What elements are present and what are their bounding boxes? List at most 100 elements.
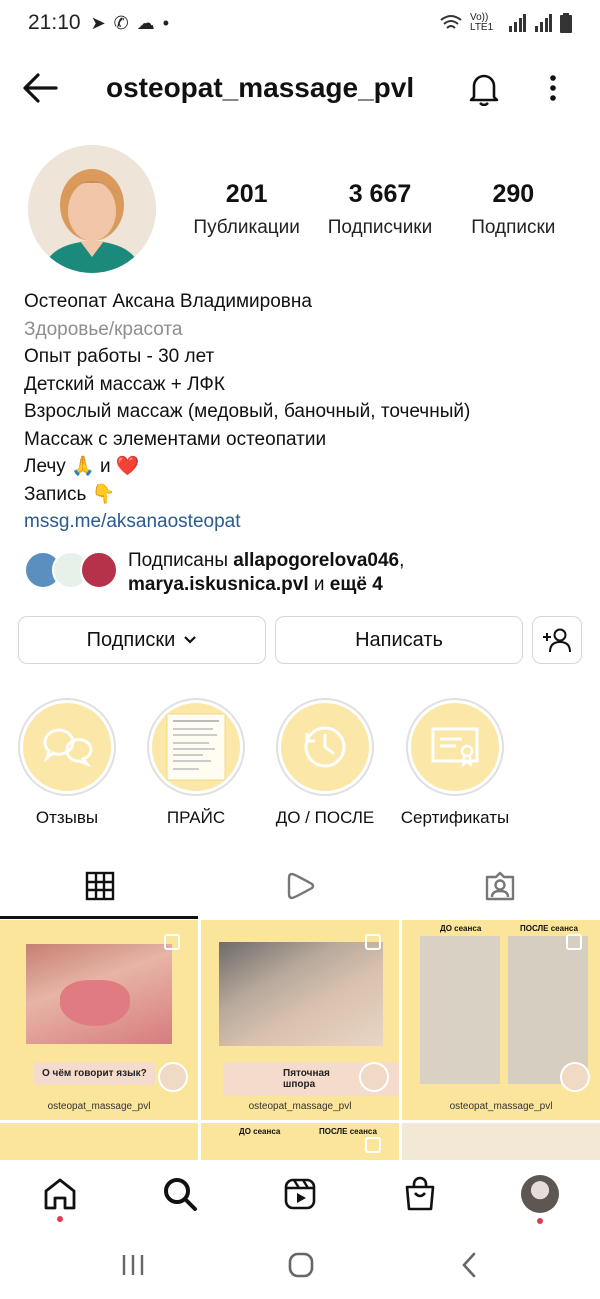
stat-following[interactable]: 290 Подписки	[447, 180, 580, 239]
bio-line: Запись 👇	[24, 483, 116, 505]
post-tile[interactable]: Пяточная шпора osteopat_massage_pvl	[201, 920, 399, 1120]
highlight-label: Отзывы	[35, 808, 99, 827]
nav-profile[interactable]	[520, 1174, 560, 1214]
price-list-icon	[166, 713, 226, 781]
highlight-certificates[interactable]: Сертификаты	[398, 698, 512, 828]
highlight-cover	[152, 703, 240, 791]
post-tile[interactable]: О чём говорит язык? osteopat_massage_pvl	[0, 920, 198, 1120]
shopping-bag-icon	[405, 1176, 435, 1211]
highlight-ring	[147, 698, 245, 796]
highlight-reviews[interactable]: Отзывы	[12, 698, 122, 828]
tagged-user-icon	[485, 871, 515, 901]
following-button[interactable]: Подписки	[18, 616, 266, 664]
post-after-label: ПОСЛЕ сеанса	[520, 924, 578, 933]
tab-active-indicator	[0, 916, 198, 919]
multi-post-icon	[164, 934, 180, 950]
stat-posts[interactable]: 201 Публикации	[180, 180, 313, 239]
avatar-photo	[28, 145, 156, 273]
followed-by-and: и	[313, 574, 325, 595]
bottom-navigation	[0, 1160, 600, 1232]
following-button-label: Подписки	[86, 628, 176, 651]
notification-dot	[537, 1218, 543, 1224]
wifi-icon	[440, 15, 462, 29]
highlight-ring	[276, 698, 374, 796]
nav-home[interactable]	[40, 1174, 80, 1214]
profile-avatar[interactable]	[28, 145, 156, 273]
followed-by-more[interactable]: ещё 4	[330, 574, 383, 595]
posts-grid: О чём говорит язык? osteopat_massage_pvl…	[0, 920, 600, 1160]
followed-by-user[interactable]: marya.iskusnica.pvl	[128, 574, 309, 595]
recent-apps-icon[interactable]	[118, 1250, 148, 1280]
cloud-icon: ☁	[136, 12, 155, 33]
highlight-label: ДО / ПОСЛЕ	[275, 808, 375, 827]
post-image	[219, 942, 383, 1046]
certificate-icon	[431, 727, 479, 768]
back-icon[interactable]	[455, 1250, 485, 1280]
multi-post-icon	[566, 934, 582, 950]
reels-icon	[284, 1178, 316, 1210]
clock-icon	[304, 726, 346, 768]
post-caption: osteopat_massage_pvl	[449, 1101, 553, 1112]
stat-posts-label: Публикации	[193, 217, 300, 238]
followed-by[interactable]: Подписаны allapogorelova046, marya.iskus…	[24, 549, 584, 595]
profile-username: osteopat_massage_pvl	[106, 72, 415, 103]
chevron-down-icon	[184, 636, 197, 644]
chat-bubbles-icon	[43, 728, 93, 768]
tab-grid[interactable]	[0, 854, 200, 918]
grid-icon	[85, 871, 115, 901]
multi-post-icon	[365, 934, 381, 950]
stat-followers-label: Подписчики	[327, 217, 433, 238]
more-options-icon[interactable]	[540, 70, 566, 106]
bell-icon[interactable]	[466, 70, 502, 106]
stat-followers-count: 3 667	[348, 180, 412, 208]
post-tile[interactable]	[0, 1123, 198, 1160]
system-navigation-bar	[0, 1232, 600, 1299]
profile-header: osteopat_massage_pvl	[0, 56, 600, 120]
follower-avatar	[80, 551, 118, 589]
post-tile[interactable]: ДО сеанса ПОСЛЕ сеанса	[201, 1123, 399, 1160]
play-icon	[287, 872, 315, 900]
post-author-avatar	[158, 1062, 188, 1092]
tab-reels[interactable]	[200, 854, 400, 918]
profile-avatar-small	[521, 1175, 559, 1213]
stat-posts-count: 201	[225, 180, 268, 208]
highlight-cover	[23, 703, 111, 791]
battery-icon	[560, 13, 572, 33]
dot-icon: •	[162, 12, 170, 33]
nav-search[interactable]	[160, 1174, 200, 1214]
post-caption: osteopat_massage_pvl	[47, 1101, 151, 1112]
message-button-label: Написать	[355, 628, 443, 651]
profile-tabs	[0, 854, 600, 918]
whatsapp-icon: ✆	[113, 12, 129, 33]
bio-line: Лечу 🙏 и ❤️	[24, 456, 140, 477]
bio-name: Остеопат Аксана Владимировна	[24, 291, 312, 312]
highlight-cover	[411, 703, 499, 791]
add-user-button[interactable]	[532, 616, 582, 664]
post-tile[interactable]	[402, 1123, 600, 1160]
message-button[interactable]: Написать	[275, 616, 523, 664]
telegram-icon: ➤	[90, 12, 106, 33]
home-icon	[44, 1178, 76, 1210]
followed-by-user[interactable]: allapogorelova046	[233, 550, 399, 571]
highlight-before-after[interactable]: ДО / ПОСЛЕ	[270, 698, 380, 828]
post-author-avatar	[359, 1062, 389, 1092]
home-circle-icon[interactable]	[286, 1250, 316, 1280]
post-after-label: ПОСЛЕ сеанса	[319, 1127, 377, 1136]
back-arrow-icon[interactable]	[20, 70, 60, 106]
profile-bio: Остеопат Аксана Владимировна Здоровье/кр…	[24, 288, 584, 536]
signal-icon	[509, 14, 526, 32]
status-time: 21:10	[28, 11, 81, 34]
tab-tagged[interactable]	[400, 854, 600, 918]
status-system-icons: Vo)) LTE1	[440, 13, 572, 33]
stat-following-label: Подписки	[471, 217, 556, 238]
highlight-price[interactable]: ПРАЙС	[141, 698, 251, 828]
nav-reels[interactable]	[280, 1174, 320, 1214]
post-title: О чём говорит язык?	[34, 1062, 155, 1085]
stat-followers[interactable]: 3 667 Подписчики	[313, 180, 446, 239]
profile-stats: 201 Публикации 3 667 Подписчики 290 Подп…	[180, 180, 580, 239]
bio-line: Массаж с элементами остеопатии	[24, 428, 327, 450]
post-tile[interactable]: ДО сеанса ПОСЛЕ сеанса osteopat_massage_…	[402, 920, 600, 1120]
nav-shop[interactable]	[400, 1174, 440, 1214]
bio-link[interactable]: mssg.me/aksanaosteopat	[24, 508, 584, 536]
notification-dot	[57, 1216, 63, 1222]
